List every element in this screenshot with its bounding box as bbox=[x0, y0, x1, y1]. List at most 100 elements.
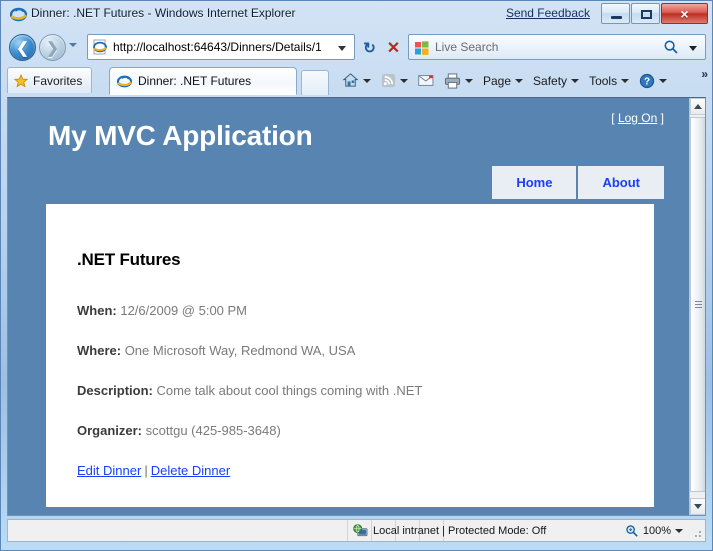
svg-text:?: ? bbox=[644, 76, 650, 87]
browser-window: Dinner: .NET Futures - Windows Internet … bbox=[0, 0, 713, 551]
forward-button[interactable]: ❯ bbox=[39, 34, 66, 61]
rss-feed-icon bbox=[381, 73, 396, 88]
nav-item-about[interactable]: About bbox=[578, 166, 664, 199]
stop-button[interactable]: ✕ bbox=[383, 37, 404, 58]
help-question-icon: ? bbox=[639, 73, 655, 88]
scroll-up-button[interactable] bbox=[690, 98, 705, 115]
maximize-button[interactable] bbox=[631, 3, 660, 24]
tools-menu-label: Tools bbox=[589, 73, 618, 88]
print-button[interactable] bbox=[439, 69, 478, 93]
minimize-icon bbox=[611, 16, 622, 19]
maximize-icon bbox=[641, 10, 652, 19]
zoom-control[interactable]: 100% bbox=[625, 520, 683, 541]
tools-menu-button[interactable]: Tools bbox=[584, 69, 634, 93]
scroll-down-button[interactable] bbox=[690, 498, 705, 515]
safety-caret-icon bbox=[571, 78, 580, 83]
search-box[interactable]: Live Search bbox=[408, 34, 706, 60]
mail-icon bbox=[418, 75, 434, 86]
refresh-button[interactable]: ↻ bbox=[359, 37, 380, 58]
dinner-field-where-value: One Microsoft Way, Redmond WA, USA bbox=[124, 343, 356, 358]
resize-grip-icon[interactable] bbox=[692, 528, 702, 538]
zoom-level-text: 100% bbox=[642, 524, 671, 537]
security-zone-text: Local intranet | Protected Mode: Off bbox=[373, 524, 547, 537]
nav-item-home[interactable]: Home bbox=[492, 166, 577, 199]
search-icon[interactable] bbox=[663, 39, 679, 55]
dinner-field-when-label: When: bbox=[77, 303, 117, 318]
dinner-field-where-label: Where: bbox=[77, 343, 122, 358]
star-icon bbox=[14, 73, 28, 87]
live-search-logo-icon bbox=[415, 41, 429, 55]
minimize-button[interactable] bbox=[601, 3, 630, 24]
stop-icon: ✕ bbox=[386, 39, 401, 57]
page-favicon-icon bbox=[93, 39, 107, 55]
browser-tab-dinner[interactable]: Dinner: .NET Futures bbox=[109, 67, 297, 95]
search-provider-dropdown-icon[interactable] bbox=[689, 46, 697, 51]
scrollbar-grip-icon bbox=[695, 300, 702, 309]
dinner-field-description: Description: Come talk about cool things… bbox=[77, 383, 422, 398]
help-menu-button[interactable]: ? bbox=[634, 69, 672, 93]
chevron-down-icon bbox=[694, 504, 702, 509]
home-icon bbox=[342, 73, 359, 87]
address-url-text: http://localhost:64643/Dinners/Details/1 bbox=[113, 40, 321, 54]
site-navigation: Home About bbox=[492, 166, 664, 199]
dinner-field-where: Where: One Microsoft Way, Redmond WA, US… bbox=[77, 343, 355, 358]
home-button[interactable] bbox=[337, 69, 376, 93]
dinner-field-description-value: Come talk about cool things coming with … bbox=[156, 383, 423, 398]
internet-explorer-icon bbox=[117, 75, 132, 87]
close-icon: × bbox=[680, 5, 689, 22]
window-controls: × bbox=[601, 3, 708, 24]
dinner-field-organizer: Organizer: scottgu (425-985-3648) bbox=[77, 423, 281, 438]
page-menu-label: Page bbox=[483, 73, 512, 88]
favorites-button[interactable]: Favorites bbox=[7, 67, 93, 93]
security-zone-indicator[interactable]: Local intranet | Protected Mode: Off bbox=[353, 520, 546, 541]
navigation-bar: ❮ ❯ http://localhost:64643/Dinners/Detai… bbox=[1, 31, 712, 64]
search-input-placeholder: Live Search bbox=[435, 40, 499, 54]
help-caret-icon bbox=[659, 78, 668, 83]
local-intranet-icon bbox=[353, 523, 368, 536]
feeds-caret-icon[interactable] bbox=[400, 78, 408, 83]
refresh-icon: ↻ bbox=[363, 39, 376, 57]
chevron-up-icon bbox=[694, 104, 702, 109]
content-panel: .NET Futures When: 12/6/2009 @ 5:00 PM W… bbox=[46, 204, 654, 507]
edit-dinner-link[interactable]: Edit Dinner bbox=[77, 463, 141, 478]
tab-and-command-bar: Favorites Dinner: .NET Futures Page Safe… bbox=[1, 65, 712, 95]
zoom-caret-icon[interactable] bbox=[675, 528, 683, 533]
safety-menu-label: Safety bbox=[533, 73, 568, 88]
logon-close-bracket: ] bbox=[660, 111, 664, 125]
logon-open-bracket: [ bbox=[611, 111, 615, 125]
forward-arrow-icon: ❯ bbox=[46, 39, 59, 57]
feeds-button[interactable] bbox=[376, 69, 413, 93]
window-title: Dinner: .NET Futures - Windows Internet … bbox=[31, 6, 296, 20]
status-bar: Local intranet | Protected Mode: Off 100… bbox=[7, 519, 706, 542]
scrollbar-thumb[interactable] bbox=[690, 117, 705, 492]
dinner-field-when: When: 12/6/2009 @ 5:00 PM bbox=[77, 303, 247, 318]
dinner-field-when-value: 12/6/2009 @ 5:00 PM bbox=[120, 303, 248, 318]
page-viewport: My MVC Application [ Log On ] Home About… bbox=[7, 97, 706, 516]
send-feedback-link[interactable]: Send Feedback bbox=[506, 6, 590, 20]
status-message-cell bbox=[8, 520, 348, 541]
command-overflow-button[interactable]: » bbox=[701, 67, 708, 81]
address-bar[interactable]: http://localhost:64643/Dinners/Details/1 bbox=[87, 34, 355, 60]
home-caret-icon[interactable] bbox=[363, 78, 371, 83]
delete-dinner-link[interactable]: Delete Dinner bbox=[151, 463, 231, 478]
close-button[interactable]: × bbox=[661, 3, 708, 24]
log-on-link[interactable]: Log On bbox=[618, 111, 657, 125]
new-tab-button[interactable] bbox=[301, 70, 329, 95]
page-menu-button[interactable]: Page bbox=[478, 69, 528, 93]
history-dropdown-icon[interactable] bbox=[69, 43, 77, 47]
link-separator: | bbox=[144, 463, 148, 478]
print-caret-icon[interactable] bbox=[465, 78, 473, 83]
page-caret-icon bbox=[515, 78, 524, 83]
vertical-scrollbar[interactable] bbox=[689, 98, 705, 515]
safety-menu-button[interactable]: Safety bbox=[528, 69, 584, 93]
web-page: My MVC Application [ Log On ] Home About… bbox=[8, 98, 691, 515]
printer-icon bbox=[444, 72, 461, 89]
tools-caret-icon bbox=[621, 78, 630, 83]
favorites-label: Favorites bbox=[33, 73, 83, 88]
address-dropdown-icon[interactable] bbox=[338, 46, 346, 51]
title-bar: Dinner: .NET Futures - Windows Internet … bbox=[1, 1, 712, 29]
read-mail-button[interactable] bbox=[413, 69, 439, 93]
back-button[interactable]: ❮ bbox=[9, 34, 36, 61]
dinner-actions: Edit Dinner | Delete Dinner bbox=[77, 463, 230, 478]
internet-explorer-icon bbox=[10, 7, 27, 22]
